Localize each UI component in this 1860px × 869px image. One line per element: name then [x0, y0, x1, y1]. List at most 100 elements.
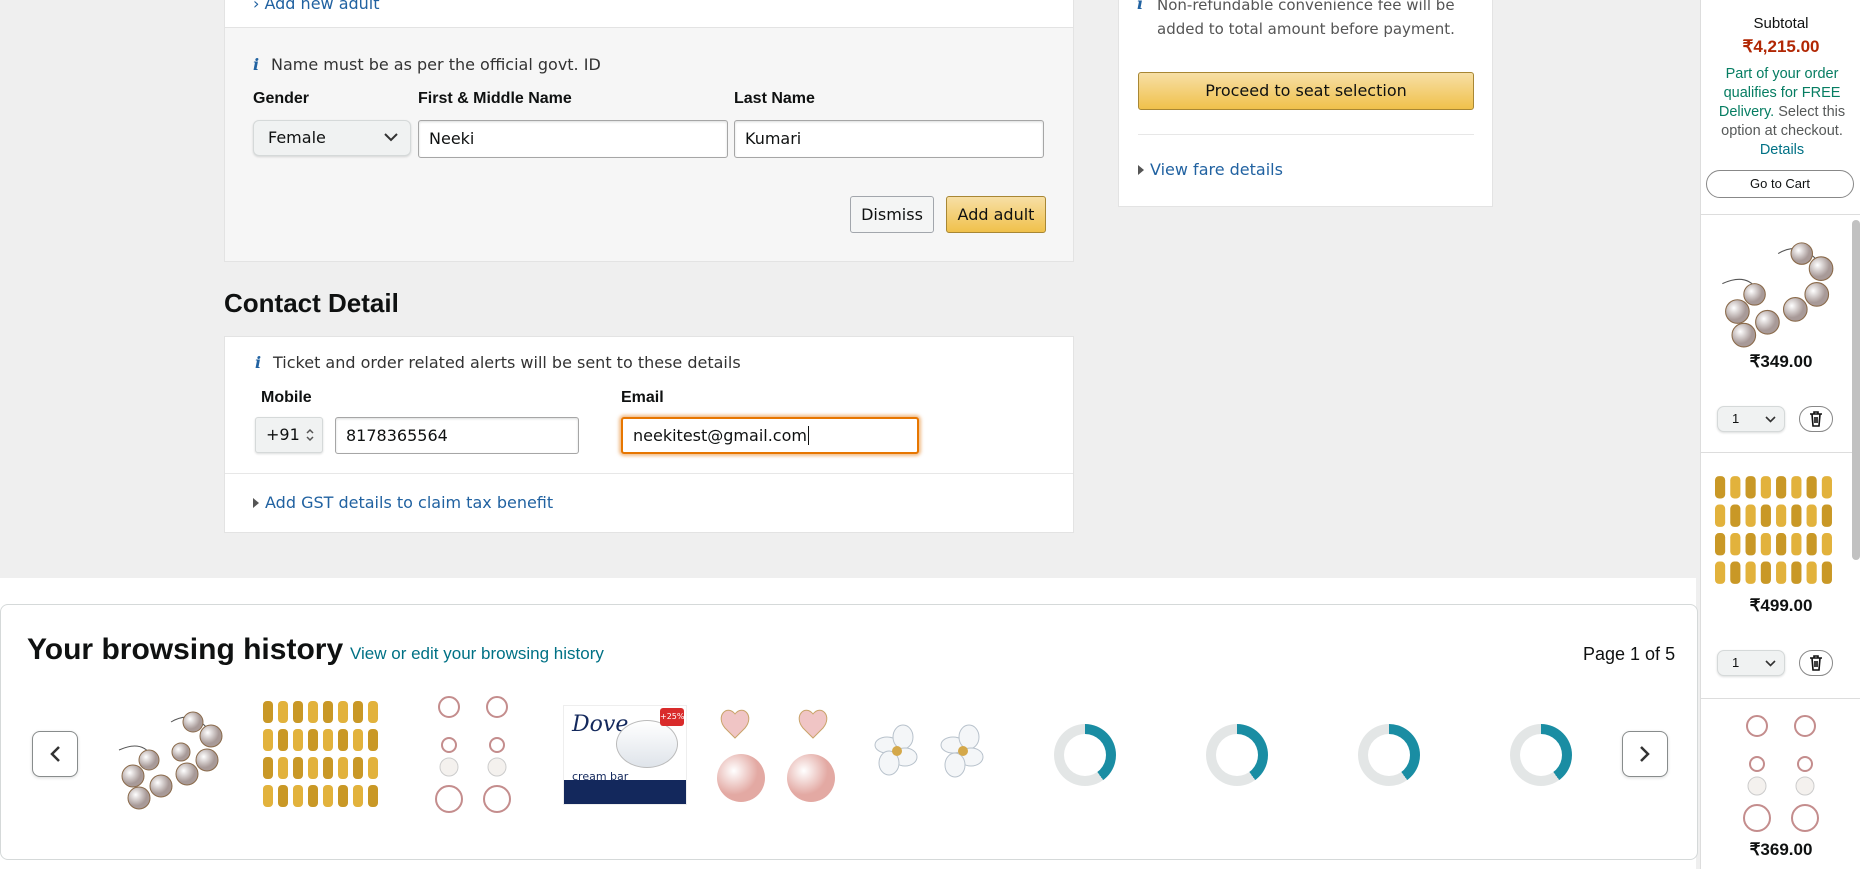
- quantity-select[interactable]: 1: [1717, 650, 1785, 676]
- gold-earring-piece: [323, 729, 333, 751]
- add-gst-label: Add GST details to claim tax benefit: [265, 493, 554, 512]
- gold-earring-piece: [1821, 533, 1832, 556]
- loading-spinner-icon: [1054, 724, 1116, 786]
- history-item-white-flower[interactable]: [867, 693, 991, 817]
- cart-item-image[interactable]: [1741, 712, 1821, 836]
- add-new-adult-label: Add new adult: [264, 0, 380, 13]
- pearl-flower-earrings-image: [1743, 715, 1819, 832]
- gold-earring-piece: [278, 729, 288, 751]
- history-item-loading[interactable]: [1327, 693, 1451, 817]
- gold-earring-piece: [308, 785, 318, 807]
- email-value: neekitest@gmail.com: [633, 426, 807, 445]
- history-item-loading[interactable]: [1175, 693, 1299, 817]
- trash-icon: [1810, 411, 1822, 427]
- gold-earring-piece: [278, 701, 288, 723]
- browsing-history-card: Your browsing history View or edit your …: [0, 604, 1698, 860]
- country-code-select[interactable]: +91: [255, 417, 323, 453]
- gold-earring-piece: [1745, 476, 1756, 499]
- carousel-next-button[interactable]: [1622, 731, 1668, 777]
- gold-earring-piece: [1715, 561, 1726, 584]
- history-item-pearl-hoops[interactable]: [107, 693, 231, 817]
- quantity-value: 1: [1732, 411, 1740, 426]
- gold-earring-piece: [353, 785, 363, 807]
- heart-pearl-earrings-image: [717, 709, 835, 802]
- adult-passenger-form: i Name must be as per the official govt.…: [224, 28, 1074, 262]
- subtotal-value: ₹4,215.00: [1742, 37, 1820, 56]
- dismiss-button[interactable]: Dismiss: [850, 196, 934, 233]
- gender-select[interactable]: Female: [253, 120, 411, 156]
- gold-earring-piece: [1821, 476, 1832, 499]
- edit-history-link[interactable]: View or edit your browsing history: [350, 644, 604, 664]
- gold-earring-set-image: [1715, 476, 1832, 584]
- gold-earring-piece: [368, 757, 378, 779]
- quantity-value: 1: [1732, 655, 1740, 670]
- gold-earring-piece: [1730, 476, 1741, 499]
- mobile-label: Mobile: [261, 389, 312, 406]
- email-input[interactable]: neekitest@gmail.com: [621, 417, 919, 454]
- gold-earring-piece: [1730, 533, 1741, 556]
- add-new-adult-link[interactable]: › Add new adult: [253, 0, 380, 13]
- gold-earring-piece: [1791, 476, 1802, 499]
- gold-earring-piece: [1776, 533, 1787, 556]
- gold-earring-piece: [1745, 504, 1756, 527]
- gold-earring-piece: [1730, 504, 1741, 527]
- contact-detail-card: i Ticket and order related alerts will b…: [224, 336, 1074, 533]
- browsing-history-title: Your browsing history: [27, 633, 344, 666]
- email-label: Email: [621, 389, 664, 406]
- gold-earring-piece: [353, 701, 363, 723]
- cart-item-price: ₹499.00: [1749, 596, 1813, 615]
- details-link[interactable]: Details: [1760, 142, 1804, 158]
- gold-earring-piece: [1806, 533, 1817, 556]
- last-name-input[interactable]: Kumari: [734, 120, 1044, 158]
- caret-right-icon: [1138, 165, 1144, 175]
- history-item-loading[interactable]: [1479, 693, 1603, 817]
- divider: [225, 473, 1073, 474]
- info-icon: i: [255, 353, 262, 372]
- cart-item-image[interactable]: [1711, 230, 1841, 348]
- gold-earring-piece: [308, 729, 318, 751]
- gold-earring-piece: [1760, 561, 1771, 584]
- gold-earring-piece: [323, 785, 333, 807]
- quantity-select[interactable]: 1: [1717, 406, 1785, 432]
- gender-label: Gender: [253, 90, 310, 107]
- first-name-input[interactable]: Neeki: [418, 120, 728, 158]
- gold-earring-piece: [1776, 476, 1787, 499]
- convenience-fee-note: Non-refundable convenience fee will be a…: [1157, 0, 1455, 38]
- chevron-down-icon: [384, 133, 398, 142]
- add-gst-link[interactable]: Add GST details to claim tax benefit: [253, 493, 553, 512]
- mobile-input[interactable]: 8178365564: [335, 417, 579, 454]
- add-adult-button[interactable]: Add adult: [946, 196, 1046, 233]
- history-item-loading[interactable]: [1023, 693, 1147, 817]
- history-item-heart-drops[interactable]: [715, 693, 839, 817]
- gold-earring-piece: [1791, 533, 1802, 556]
- dove-box-band: [564, 780, 686, 804]
- delete-item-button[interactable]: [1799, 650, 1833, 676]
- proceed-seat-selection-button[interactable]: Proceed to seat selection: [1138, 72, 1474, 110]
- gold-earring-piece: [1715, 504, 1726, 527]
- carousel-prev-button[interactable]: [32, 731, 78, 777]
- history-item-gold-earrings[interactable]: [259, 693, 383, 817]
- gold-earring-piece: [1776, 504, 1787, 527]
- history-item-pearl-flower-drops[interactable]: [411, 693, 535, 817]
- view-fare-details-link[interactable]: View fare details: [1138, 160, 1283, 179]
- gold-earring-piece: [323, 701, 333, 723]
- cart-scrollbar[interactable]: [1852, 220, 1860, 560]
- history-item-dove-cream-bar[interactable]: Dove cream bar +25%: [563, 693, 687, 817]
- gold-earring-piece: [308, 757, 318, 779]
- dove-sub: cream bar: [572, 770, 629, 783]
- gold-earring-piece: [353, 729, 363, 751]
- cart-sidebar: Subtotal ₹4,215.00 Part of your order qu…: [1700, 0, 1860, 869]
- cart-item-image[interactable]: [1709, 472, 1839, 590]
- gold-earring-piece: [1776, 561, 1787, 584]
- chevron-down-icon: [1765, 660, 1776, 667]
- go-to-cart-button[interactable]: Go to Cart: [1706, 170, 1854, 198]
- first-name-label: First & Middle Name: [418, 90, 572, 107]
- loading-spinner-icon: [1358, 724, 1420, 786]
- gold-earring-piece: [1760, 533, 1771, 556]
- loading-spinner-icon: [1510, 724, 1572, 786]
- gold-earring-piece: [353, 757, 363, 779]
- soap-bar: [616, 720, 678, 768]
- view-fare-details-label: View fare details: [1150, 160, 1283, 179]
- delete-item-button[interactable]: [1799, 406, 1833, 432]
- divider: [1138, 134, 1474, 135]
